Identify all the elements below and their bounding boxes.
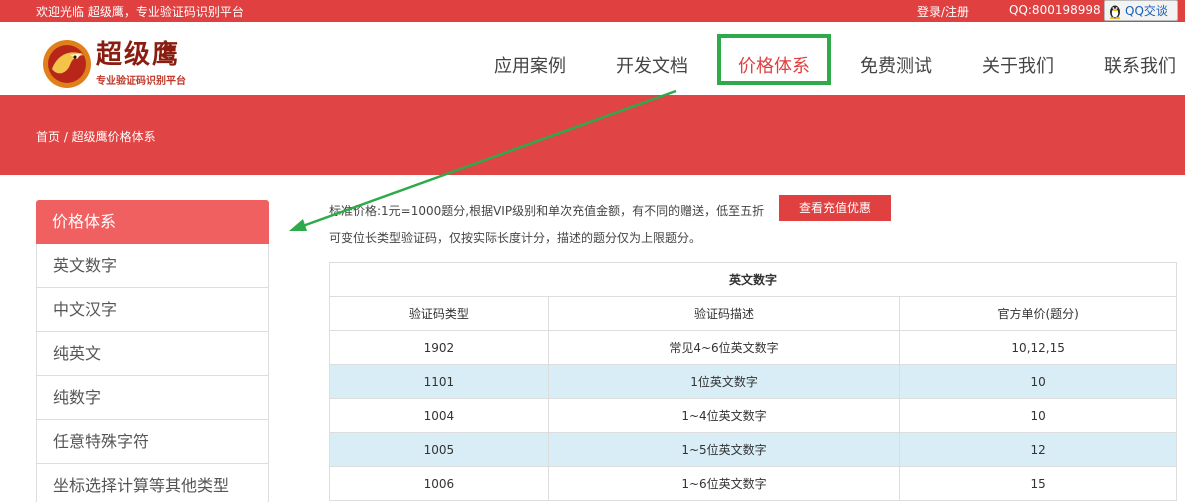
- sidebar-item-chinese[interactable]: 中文汉字: [36, 288, 269, 332]
- nav-contact[interactable]: 联系我们: [1104, 52, 1176, 78]
- breadcrumb: 首页 / 超级鹰价格体系: [36, 130, 156, 144]
- cell-price: 15: [899, 466, 1177, 501]
- top-bar: 欢迎光临 超级鹰，专业验证码识别平台 登录/注册 QQ:800198998 QQ…: [0, 0, 1185, 22]
- cell-type: 1101: [329, 364, 549, 399]
- cell-desc: 1~5位英文数字: [547, 432, 901, 467]
- table-row: 1005 1~5位英文数字 12: [329, 432, 1177, 467]
- table-row: 1902 常见4~6位英文数字 10,12,15: [329, 330, 1177, 365]
- table-header-desc: 验证码描述: [547, 296, 901, 331]
- qq-penguin-icon: [1109, 5, 1121, 19]
- nav-about[interactable]: 关于我们: [982, 52, 1054, 78]
- cell-price: 10: [899, 398, 1177, 433]
- nav-cases[interactable]: 应用案例: [494, 52, 566, 78]
- logo-slogan: 专业验证码识别平台: [96, 76, 186, 87]
- table-header-type: 验证码类型: [329, 296, 549, 331]
- nav-docs[interactable]: 开发文档: [616, 52, 688, 78]
- cell-desc: 1~4位英文数字: [547, 398, 901, 433]
- cell-desc: 1~6位英文数字: [547, 466, 901, 501]
- table-header-price: 官方单价(题分): [899, 296, 1177, 331]
- cell-type: 1006: [329, 466, 549, 501]
- logo[interactable]: 超级鹰 专业验证码识别平台: [42, 39, 197, 89]
- cell-desc: 常见4~6位英文数字: [547, 330, 901, 365]
- table-title: 英文数字: [329, 262, 1177, 297]
- table-row: 1004 1~4位英文数字 10: [329, 398, 1177, 433]
- sidebar-item-special[interactable]: 任意特殊字符: [36, 420, 269, 464]
- sidebar: 价格体系 英文数字 中文汉字 纯英文 纯数字 任意特殊字符 坐标选择计算等其他类…: [36, 200, 269, 502]
- nav-free-test[interactable]: 免费测试: [860, 52, 932, 78]
- pricing-table: 英文数字 验证码类型 验证码描述 官方单价(题分) 1902 常见4~6位英文数…: [329, 262, 1177, 501]
- cell-type: 1005: [329, 432, 549, 467]
- logo-name: 超级鹰: [96, 40, 181, 70]
- pricing-intro-line2: 可变位长类型验证码，仅按实际长度计分，描述的题分仅为上限题分。: [329, 231, 702, 245]
- cell-type: 1902: [329, 330, 549, 365]
- login-register-link[interactable]: 登录/注册: [917, 3, 969, 20]
- qq-chat-label: QQ交谈: [1125, 4, 1168, 18]
- eagle-logo-icon: [43, 40, 91, 88]
- sidebar-title[interactable]: 价格体系: [36, 200, 269, 244]
- page-banner: [0, 95, 1185, 175]
- cell-type: 1004: [329, 398, 549, 433]
- welcome-text: 欢迎光临 超级鹰，专业验证码识别平台: [36, 5, 244, 19]
- cell-price: 10,12,15: [899, 330, 1177, 365]
- cell-price: 12: [899, 432, 1177, 467]
- table-row: 1006 1~6位英文数字 15: [329, 466, 1177, 501]
- sidebar-item-english[interactable]: 纯英文: [36, 332, 269, 376]
- sidebar-item-digits[interactable]: 纯数字: [36, 376, 269, 420]
- nav-highlight-box: [717, 34, 831, 85]
- qq-chat-button[interactable]: QQ交谈: [1104, 0, 1178, 21]
- sidebar-item-other[interactable]: 坐标选择计算等其他类型: [36, 464, 269, 502]
- sidebar-item-alnum[interactable]: 英文数字: [36, 244, 269, 288]
- qq-number: QQ:800198998: [1009, 3, 1101, 17]
- table-row: 1101 1位英文数字 10: [329, 364, 1177, 399]
- cell-price: 10: [899, 364, 1177, 399]
- cell-desc: 1位英文数字: [547, 364, 901, 399]
- pricing-intro-line1: 标准价格:1元=1000题分,根据VIP级别和单次充值金额，有不同的赠送，低至五…: [329, 204, 765, 218]
- recharge-promo-button[interactable]: 查看充值优惠: [779, 195, 891, 221]
